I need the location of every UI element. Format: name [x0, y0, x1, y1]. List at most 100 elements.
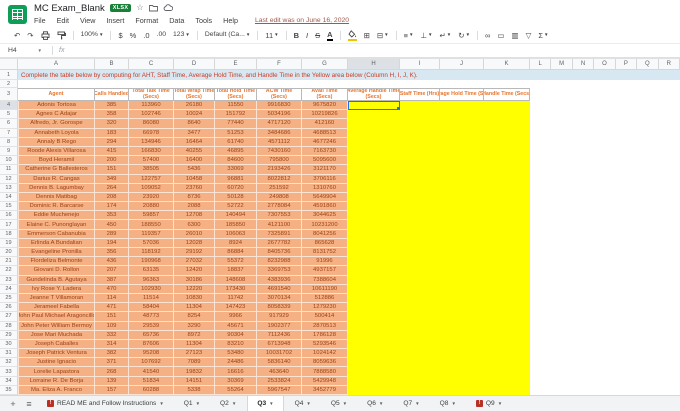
sheet-tab-q2[interactable]: Q2 ▼: [211, 396, 245, 411]
menu-help[interactable]: Help: [223, 16, 238, 25]
row-header-3[interactable]: 3: [0, 88, 18, 101]
yellow-cell[interactable]: [400, 183, 530, 193]
yellow-cell[interactable]: [348, 385, 400, 395]
agent-name-cell[interactable]: Annabeth Loyola: [18, 128, 95, 138]
value-cell[interactable]: 55264: [215, 385, 257, 395]
yellow-cell[interactable]: [348, 248, 400, 258]
chevron-down-icon[interactable]: ▼: [232, 401, 236, 406]
value-cell[interactable]: 4121100: [257, 220, 302, 230]
sheet-tab-q8[interactable]: Q8 ▼: [431, 396, 465, 411]
italic-button[interactable]: I: [306, 32, 308, 40]
table-header-cell[interactable]: Handle Time (Secs): [484, 88, 530, 101]
text-rotation-button[interactable]: ↻ ▼: [458, 32, 470, 40]
column-header-Q[interactable]: Q: [637, 59, 659, 69]
value-cell[interactable]: 10024: [174, 110, 215, 120]
value-cell[interactable]: 463640: [257, 367, 302, 377]
yellow-cell[interactable]: [348, 266, 400, 276]
empty-cell[interactable]: [530, 358, 680, 368]
value-cell[interactable]: 412160: [302, 119, 348, 129]
empty-cell[interactable]: [530, 339, 680, 350]
column-header-H[interactable]: H: [348, 59, 400, 69]
value-cell[interactable]: 91996: [302, 257, 348, 267]
value-cell[interactable]: 10219826: [302, 110, 348, 120]
yellow-cell[interactable]: [400, 165, 530, 175]
value-cell[interactable]: 12708: [174, 211, 215, 221]
value-cell[interactable]: 500414: [302, 312, 348, 322]
value-cell[interactable]: 151: [95, 165, 129, 175]
value-cell[interactable]: 3044625: [302, 211, 348, 221]
value-cell[interactable]: 1024142: [302, 349, 348, 359]
document-title[interactable]: MC Exam_Blank: [34, 3, 105, 14]
empty-cell[interactable]: [530, 321, 680, 331]
column-header-D[interactable]: D: [174, 59, 215, 69]
agent-name-cell[interactable]: Gundelinda B. Agutaya: [18, 275, 95, 285]
value-cell[interactable]: 5836140: [257, 358, 302, 368]
empty-cell[interactable]: [530, 229, 680, 239]
value-cell[interactable]: 9675820: [302, 101, 348, 111]
yellow-cell[interactable]: [348, 303, 400, 313]
row-header-9[interactable]: 9: [0, 146, 18, 157]
yellow-cell[interactable]: [400, 358, 530, 368]
value-cell[interactable]: 251592: [257, 183, 302, 193]
row-header-4[interactable]: 4: [0, 101, 18, 111]
chevron-down-icon[interactable]: ▼: [196, 401, 200, 406]
column-header-B[interactable]: B: [95, 59, 129, 69]
value-cell[interactable]: 11304: [174, 339, 215, 350]
value-cell[interactable]: 14151: [174, 376, 215, 386]
value-cell[interactable]: 10611190: [302, 284, 348, 294]
yellow-cell[interactable]: [400, 257, 530, 267]
yellow-cell[interactable]: [348, 229, 400, 239]
value-cell[interactable]: 358: [95, 110, 129, 120]
chevron-down-icon[interactable]: ▼: [451, 401, 455, 406]
sheet-tab-q5[interactable]: Q5 ▼: [322, 396, 356, 411]
value-cell[interactable]: 11742: [215, 293, 257, 304]
value-cell[interactable]: 48773: [129, 312, 174, 322]
yellow-cell[interactable]: [400, 385, 530, 395]
value-cell[interactable]: 1786128: [302, 330, 348, 340]
value-cell[interactable]: 2778084: [257, 202, 302, 212]
value-cell[interactable]: 109052: [129, 183, 174, 193]
value-cell[interactable]: 5338: [174, 385, 215, 395]
yellow-cell[interactable]: [400, 321, 530, 331]
value-cell[interactable]: 8131752: [302, 248, 348, 258]
value-cell[interactable]: 1279230: [302, 303, 348, 313]
value-cell[interactable]: 8022812: [257, 174, 302, 184]
value-cell[interactable]: 24486: [215, 358, 257, 368]
empty-cell[interactable]: [530, 192, 680, 203]
zoom-select[interactable]: 100% ▼: [81, 31, 104, 39]
value-cell[interactable]: 52722: [215, 202, 257, 212]
value-cell[interactable]: 190968: [129, 257, 174, 267]
table-header-cell[interactable]: Average Hold Time (Secs): [440, 88, 484, 101]
functions-button[interactable]: Σ ▼: [538, 32, 548, 40]
agent-name-cell[interactable]: Dennis B. Lagumbay: [18, 183, 95, 193]
yellow-cell[interactable]: [400, 128, 530, 138]
value-cell[interactable]: 3706116: [302, 174, 348, 184]
value-cell[interactable]: 8232988: [257, 257, 302, 267]
value-cell[interactable]: 353: [95, 211, 129, 221]
value-cell[interactable]: 41540: [129, 367, 174, 377]
value-cell[interactable]: 140494: [215, 211, 257, 221]
agent-name-cell[interactable]: Alfredo, Jr. Gorospe: [18, 119, 95, 129]
value-cell[interactable]: 10231200: [302, 220, 348, 230]
chevron-down-icon[interactable]: ▼: [306, 401, 310, 406]
column-header-P[interactable]: P: [616, 59, 638, 69]
text-wrap-button[interactable]: ↵ ▼: [440, 32, 452, 40]
empty-cell[interactable]: [530, 137, 680, 147]
value-cell[interactable]: 134946: [129, 137, 174, 147]
value-cell[interactable]: 2088: [174, 202, 215, 212]
value-cell[interactable]: 4571112: [257, 137, 302, 147]
row-header-5[interactable]: 5: [0, 110, 18, 120]
sheets-logo-icon[interactable]: [8, 4, 27, 24]
yellow-cell[interactable]: [348, 238, 400, 248]
yellow-cell[interactable]: [348, 349, 400, 359]
yellow-cell[interactable]: [348, 202, 400, 212]
value-cell[interactable]: 174: [95, 202, 129, 212]
menu-data[interactable]: Data: [169, 16, 184, 25]
value-cell[interactable]: 314: [95, 339, 129, 350]
yellow-cell[interactable]: [348, 257, 400, 267]
value-cell[interactable]: 86884: [215, 248, 257, 258]
yellow-cell[interactable]: [400, 101, 530, 111]
row-header-16[interactable]: 16: [0, 211, 18, 221]
value-cell[interactable]: 450: [95, 220, 129, 230]
value-cell[interactable]: 57036: [129, 238, 174, 248]
